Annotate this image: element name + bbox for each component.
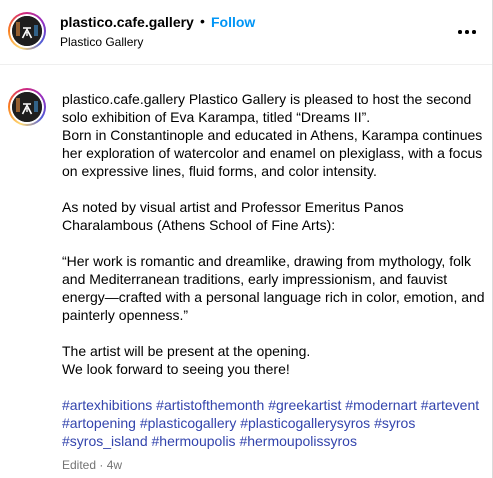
post-meta: Edited · 4w (62, 458, 122, 472)
caption-closing-1: The artist will be present at the openin… (62, 343, 311, 359)
hashtag-link[interactable]: #hermoupolis (152, 433, 236, 449)
hashtag-link[interactable]: #greekartist (268, 397, 341, 413)
profile-subtitle[interactable]: Plastico Gallery (60, 35, 143, 49)
follow-button[interactable]: Follow (211, 14, 255, 30)
hashtag-link[interactable]: #artexhibitions (62, 397, 152, 413)
hashtag-link[interactable]: #syros (374, 415, 415, 431)
caption-closing: The artist will be present at the openin… (62, 342, 487, 378)
hashtag-link[interactable]: #artopening (62, 415, 136, 431)
caption-first-paragraph: plastico.cafe.gallery Plastico Gallery i… (62, 90, 487, 180)
gallery-logo-icon (12, 16, 42, 46)
gallery-logo-icon (12, 92, 42, 122)
edited-label: Edited (62, 458, 97, 472)
hashtag-link[interactable]: #plasticogallery (140, 415, 237, 431)
profile-avatar[interactable] (8, 12, 46, 50)
hashtag-list: #artexhibitions #artistofthemonth #greek… (62, 396, 487, 450)
hashtag-link[interactable]: #plasticogallerysyros (240, 415, 370, 431)
post-age[interactable]: 4w (107, 458, 122, 472)
post-header: plastico.cafe.gallery • Follow Plastico … (0, 0, 492, 65)
hashtag-link[interactable]: #syros_island (62, 433, 148, 449)
caption-avatar[interactable] (8, 88, 46, 126)
profile-handle[interactable]: plastico.cafe.gallery (60, 14, 194, 30)
hashtag-link[interactable]: #artevent (421, 397, 479, 413)
post-caption: plastico.cafe.gallery Plastico Gallery i… (62, 90, 487, 450)
hashtag-link[interactable]: #artistofthemonth (156, 397, 264, 413)
caption-line-2: Born in Constantinople and educated in A… (62, 127, 483, 179)
caption-closing-2: We look forward to seeing you there! (62, 361, 290, 377)
hashtag-link[interactable]: #hermoupolissyros (239, 433, 357, 449)
hashtag-link[interactable]: #modernart (345, 397, 417, 413)
separator-dot: • (200, 13, 205, 29)
more-options-icon[interactable] (457, 24, 477, 40)
caption-quote: “Her work is romantic and dreamlike, dra… (62, 253, 485, 323)
meta-separator: · (99, 458, 104, 472)
caption-attribution: As noted by visual artist and Professor … (62, 199, 404, 233)
caption-handle[interactable]: plastico.cafe.gallery (62, 91, 185, 107)
